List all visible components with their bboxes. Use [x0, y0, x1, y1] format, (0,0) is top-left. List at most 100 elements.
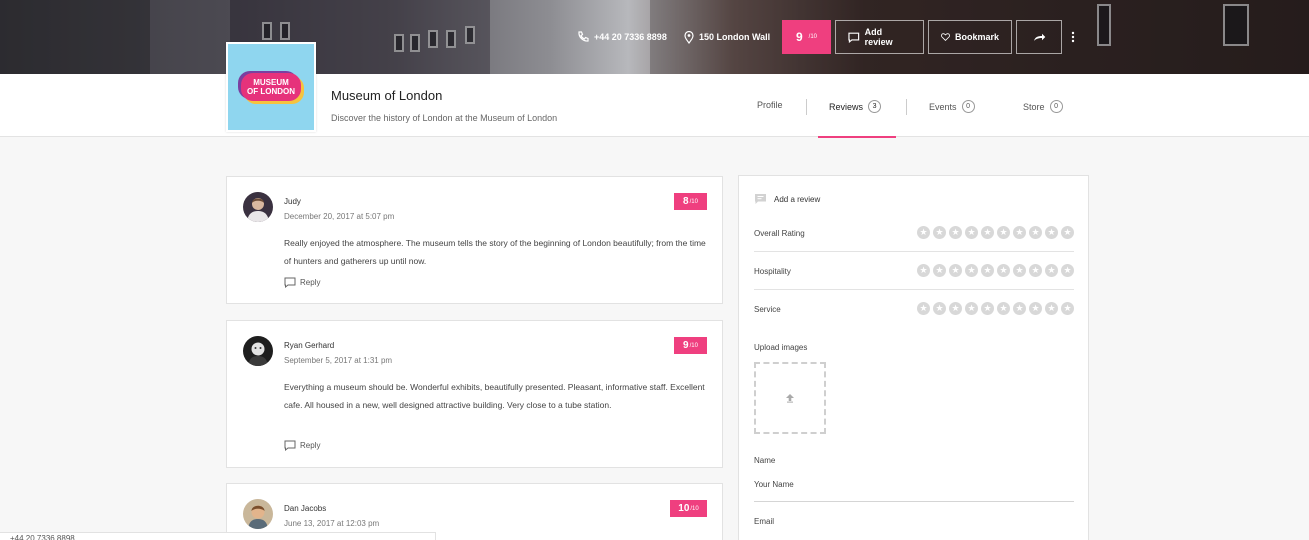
- comment-icon: [284, 277, 296, 288]
- company-name: Museum of London: [331, 88, 443, 103]
- hero-address[interactable]: 150 London Wall: [684, 20, 770, 54]
- star-icon[interactable]: ★: [1045, 264, 1058, 277]
- rating-row-overall: Overall Rating ★ ★ ★ ★ ★ ★ ★ ★ ★ ★: [754, 214, 1074, 252]
- hero-building-left: [0, 0, 150, 74]
- upload-images-dropzone[interactable]: [754, 362, 826, 434]
- star-icon[interactable]: ★: [965, 302, 978, 315]
- review-date: December 20, 2017 at 5:07 pm: [284, 212, 395, 221]
- tab-store[interactable]: Store 0: [1023, 100, 1063, 113]
- rating-stars[interactable]: ★ ★ ★ ★ ★ ★ ★ ★ ★ ★: [917, 264, 1074, 277]
- star-icon[interactable]: ★: [965, 264, 978, 277]
- avatar: [243, 192, 273, 222]
- bookmark-button[interactable]: Bookmark: [928, 20, 1012, 54]
- add-review-button[interactable]: Add review: [835, 20, 924, 54]
- star-icon[interactable]: ★: [981, 226, 994, 239]
- tab-events[interactable]: Events 0: [929, 100, 975, 113]
- star-icon[interactable]: ★: [933, 264, 946, 277]
- comment-icon: [284, 440, 296, 451]
- share-icon: [1033, 33, 1045, 41]
- rating-label: Overall Rating: [754, 229, 805, 238]
- rating-row-service: Service ★ ★ ★ ★ ★ ★ ★ ★ ★ ★: [754, 290, 1074, 328]
- upload-arrow-icon: [786, 394, 794, 403]
- listing-header: [0, 74, 1309, 137]
- star-icon[interactable]: ★: [997, 264, 1010, 277]
- star-icon[interactable]: ★: [1045, 226, 1058, 239]
- tab-separator: [806, 99, 807, 115]
- footer-phone-strip: +44 20 7336 8898: [0, 532, 436, 540]
- review-card: Ryan Gerhard September 5, 2017 at 1:31 p…: [226, 320, 723, 468]
- star-icon[interactable]: ★: [917, 264, 930, 277]
- tab-profile[interactable]: Profile: [757, 100, 783, 110]
- vertical-dots-icon: [1071, 31, 1075, 43]
- phone-icon: [578, 31, 589, 42]
- avatar: [243, 336, 273, 366]
- star-icon[interactable]: ★: [981, 302, 994, 315]
- rating-stars[interactable]: ★ ★ ★ ★ ★ ★ ★ ★ ★ ★: [917, 302, 1074, 315]
- logo-badge: MUSEUM OF LONDON: [241, 73, 301, 101]
- more-options-button[interactable]: [1071, 20, 1075, 54]
- hero-phone-text: +44 20 7336 8898: [594, 32, 667, 42]
- comment-icon: [755, 194, 766, 204]
- name-label: Name: [754, 456, 776, 465]
- star-icon[interactable]: ★: [1013, 302, 1026, 315]
- tab-separator: [906, 99, 907, 115]
- review-text: Everything a museum should be. Wonderful…: [284, 382, 705, 410]
- company-logo: MUSEUM OF LONDON: [226, 42, 316, 132]
- comment-icon: [848, 32, 860, 43]
- star-icon[interactable]: ★: [1061, 226, 1074, 239]
- hero-phone[interactable]: +44 20 7336 8898: [577, 20, 667, 54]
- upload-images-label: Upload images: [754, 343, 808, 352]
- star-icon[interactable]: ★: [1061, 302, 1074, 315]
- star-icon[interactable]: ★: [917, 302, 930, 315]
- tab-reviews[interactable]: Reviews 3: [829, 100, 882, 113]
- avatar: [243, 499, 273, 529]
- review-date: September 5, 2017 at 1:31 pm: [284, 356, 393, 365]
- hero-address-text: 150 London Wall: [699, 32, 771, 42]
- company-tagline: Discover the history of London at the Mu…: [331, 113, 558, 123]
- star-icon[interactable]: ★: [1029, 226, 1042, 239]
- star-icon[interactable]: ★: [1061, 264, 1074, 277]
- active-tab-indicator: [818, 136, 896, 138]
- rating-stars[interactable]: ★ ★ ★ ★ ★ ★ ★ ★ ★ ★: [917, 226, 1074, 239]
- review-author: Dan Jacobs: [284, 504, 327, 513]
- reply-button[interactable]: Reply: [284, 440, 320, 451]
- review-author: Ryan Gerhard: [284, 341, 335, 350]
- name-field[interactable]: Your Name: [754, 478, 1074, 502]
- star-icon[interactable]: ★: [933, 226, 946, 239]
- review-score-badge: 9/10: [674, 337, 707, 354]
- star-icon[interactable]: ★: [981, 264, 994, 277]
- add-review-label: Add review: [864, 27, 893, 47]
- review-form: Add a review Overall Rating ★ ★ ★ ★ ★ ★ ★ ★ ★ ★ H…: [738, 175, 1089, 540]
- rating-label: Hospitality: [754, 267, 791, 276]
- star-icon[interactable]: ★: [933, 302, 946, 315]
- share-button[interactable]: [1016, 20, 1062, 54]
- review-text: Really enjoyed the atmosphere. The museu…: [284, 238, 706, 266]
- star-icon[interactable]: ★: [1013, 264, 1026, 277]
- star-icon[interactable]: ★: [949, 264, 962, 277]
- tab-store-count: 0: [1049, 100, 1063, 113]
- star-icon[interactable]: ★: [1029, 264, 1042, 277]
- hero-score-value: 9: [795, 30, 803, 44]
- star-icon[interactable]: ★: [997, 302, 1010, 315]
- heart-icon: [941, 33, 950, 42]
- rating-label: Service: [754, 305, 781, 314]
- tab-reviews-count: 3: [868, 100, 882, 113]
- reply-button[interactable]: Reply: [284, 277, 320, 288]
- star-icon[interactable]: ★: [1045, 302, 1058, 315]
- review-date: June 13, 2017 at 12:03 pm: [284, 519, 380, 528]
- review-card: Judy December 20, 2017 at 5:07 pm 8/10 R…: [226, 176, 723, 304]
- map-pin-icon: [684, 30, 694, 44]
- review-score-badge: 8/10: [674, 193, 707, 210]
- star-icon[interactable]: ★: [917, 226, 930, 239]
- star-icon[interactable]: ★: [949, 226, 962, 239]
- rating-row-hospitality: Hospitality ★ ★ ★ ★ ★ ★ ★ ★ ★ ★: [754, 252, 1074, 290]
- add-review-heading: Add a review: [754, 193, 820, 205]
- star-icon[interactable]: ★: [949, 302, 962, 315]
- star-icon[interactable]: ★: [1029, 302, 1042, 315]
- hero-score-badge: 9/10: [782, 20, 831, 54]
- review-author: Judy: [284, 197, 301, 206]
- star-icon[interactable]: ★: [965, 226, 978, 239]
- star-icon[interactable]: ★: [1013, 226, 1026, 239]
- bookmark-label: Bookmark: [954, 32, 999, 42]
- star-icon[interactable]: ★: [997, 226, 1010, 239]
